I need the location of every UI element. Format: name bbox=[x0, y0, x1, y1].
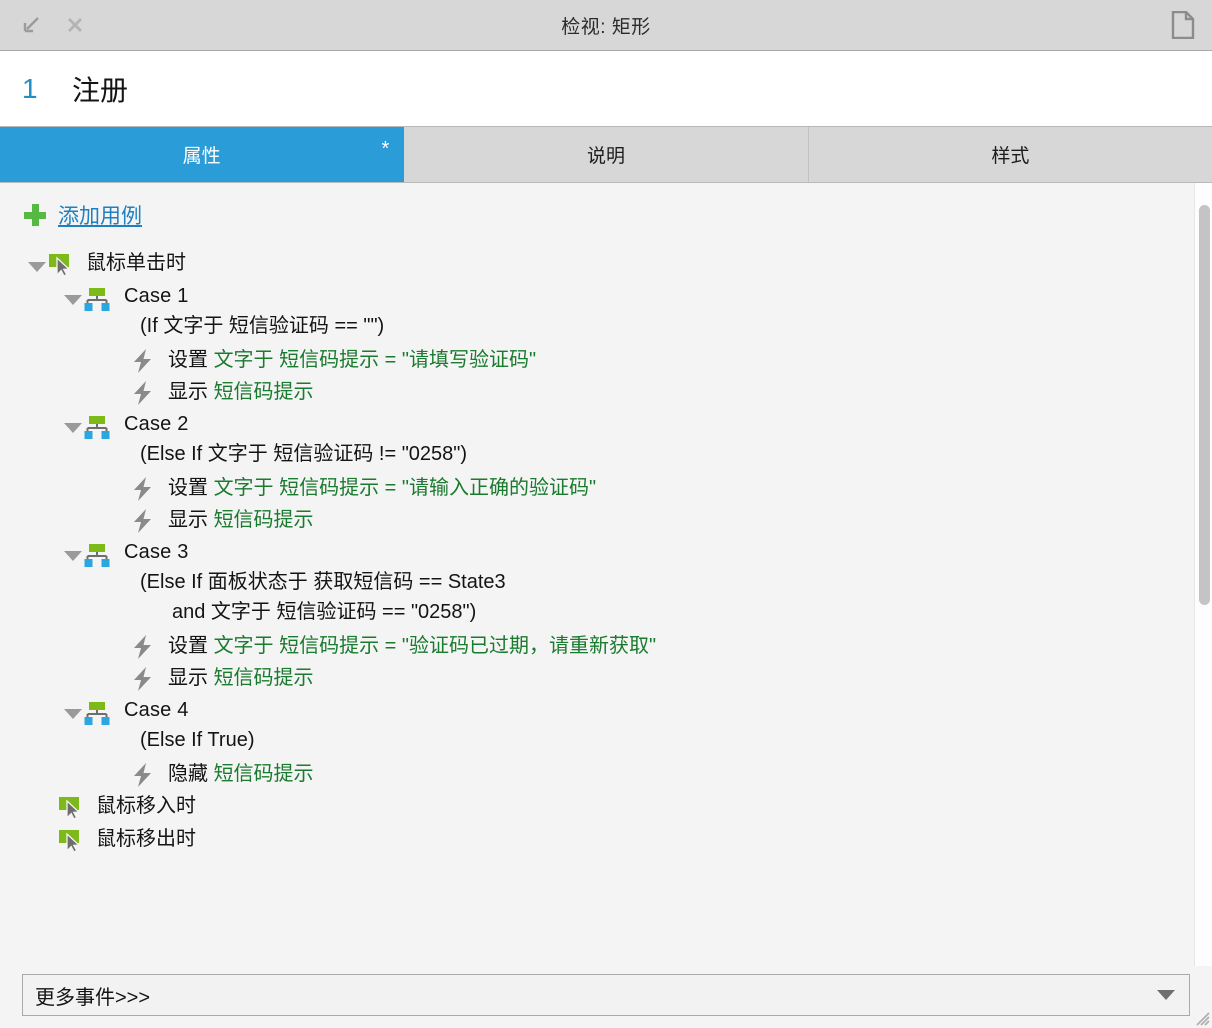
tree-case-row[interactable]: Case 4 (Else If True) bbox=[0, 694, 1194, 758]
tab-properties-label: 属性 bbox=[182, 146, 221, 167]
arrow-down-left-icon[interactable] bbox=[14, 8, 48, 42]
resize-grip-icon[interactable] bbox=[1194, 1010, 1210, 1026]
plus-icon bbox=[24, 204, 46, 226]
action-target: 文字于 短信码提示 = "请输入正确的验证码" bbox=[213, 477, 597, 499]
action-target: 文字于 短信码提示 = "验证码已过期，请重新获取" bbox=[213, 635, 657, 657]
action-verb: 显示 bbox=[168, 667, 208, 689]
tree-event-label: 鼠标移入时 bbox=[96, 795, 196, 817]
tree-case-text: Case 3 (Else If 面板状态于 获取短信码 == State3 an… bbox=[124, 538, 506, 628]
case-title: Case 3 bbox=[124, 541, 189, 563]
tree-action-row[interactable]: 设置 文字于 短信码提示 = "请输入正确的验证码" bbox=[0, 472, 1194, 504]
case-condition: (Else If 面板状态于 获取短信码 == State3 bbox=[140, 571, 506, 593]
tree-action-text: 显示 短信码提示 bbox=[168, 378, 314, 406]
tab-bar: 属性 * 说明 样式 bbox=[0, 127, 1212, 183]
case-branch-icon bbox=[84, 414, 110, 440]
interactions-panel: 添加用例 鼠标单击时 Case 1 (If 文字于 短信验证码 == "") 设… bbox=[0, 183, 1212, 966]
more-events-dropdown[interactable]: 更多事件>>> bbox=[22, 974, 1190, 1016]
action-target: 短信码提示 bbox=[213, 667, 314, 689]
action-target: 短信码提示 bbox=[213, 381, 314, 403]
tree-action-row[interactable]: 设置 文字于 短信码提示 = "验证码已过期，请重新获取" bbox=[0, 630, 1194, 662]
tree-event-label: 鼠标单击时 bbox=[86, 252, 186, 274]
case-condition: (If 文字于 短信验证码 == "") bbox=[140, 315, 385, 337]
chevron-down-icon[interactable] bbox=[62, 288, 84, 310]
tree-action-row[interactable]: 隐藏 短信码提示 bbox=[0, 758, 1194, 790]
case-condition: (Else If True) bbox=[140, 729, 255, 751]
chevron-down-icon[interactable] bbox=[1157, 990, 1175, 1000]
tree-action-text: 设置 文字于 短信码提示 = "请输入正确的验证码" bbox=[168, 474, 596, 502]
chevron-down-icon[interactable] bbox=[26, 255, 48, 277]
mouse-cursor-icon bbox=[58, 795, 84, 821]
action-target: 短信码提示 bbox=[213, 509, 314, 531]
chevron-down-icon[interactable] bbox=[62, 702, 84, 724]
lightning-icon bbox=[130, 666, 156, 692]
action-verb: 设置 bbox=[168, 477, 208, 499]
object-number: 1 bbox=[22, 72, 38, 104]
tab-style-label: 样式 bbox=[991, 146, 1030, 167]
tree-case-row[interactable]: Case 2 (Else If 文字于 短信验证码 != "0258") bbox=[0, 408, 1194, 472]
tree-action-row[interactable]: 显示 短信码提示 bbox=[0, 504, 1194, 536]
add-case-button[interactable]: 添加用例 bbox=[0, 197, 1194, 233]
vertical-scrollbar[interactable] bbox=[1194, 183, 1212, 966]
action-verb: 设置 bbox=[168, 349, 208, 371]
lightning-icon bbox=[130, 634, 156, 660]
case-condition-line2: and 文字于 短信验证码 == "0258") bbox=[172, 601, 477, 623]
action-target: 短信码提示 bbox=[213, 763, 314, 785]
action-verb: 显示 bbox=[168, 509, 208, 531]
tree-action-text: 隐藏 短信码提示 bbox=[168, 760, 314, 788]
inspector-window: 检视: 矩形 1 注册 属性 * 说明 样式 添加用例 鼠标单击时 Case 1… bbox=[0, 0, 1212, 1028]
window-title: 检视: 矩形 bbox=[561, 16, 651, 38]
lightning-icon bbox=[130, 508, 156, 534]
lightning-icon bbox=[130, 380, 156, 406]
action-target: 文字于 短信码提示 = "请填写验证码" bbox=[213, 349, 537, 371]
tree-case-text: Case 1 (If 文字于 短信验证码 == "") bbox=[124, 282, 384, 342]
more-events-label: 更多事件>>> bbox=[35, 986, 151, 1009]
action-verb: 显示 bbox=[168, 381, 208, 403]
tab-modified-marker: * bbox=[381, 138, 390, 160]
tab-style[interactable]: 样式 bbox=[808, 127, 1212, 182]
page-icon[interactable] bbox=[1166, 8, 1200, 42]
bottom-bar: 更多事件>>> bbox=[0, 966, 1212, 1028]
tab-properties[interactable]: 属性 * bbox=[0, 127, 405, 182]
tree-action-text: 显示 短信码提示 bbox=[168, 664, 314, 692]
lightning-icon bbox=[130, 762, 156, 788]
chevron-down-icon[interactable] bbox=[62, 544, 84, 566]
case-title: Case 4 bbox=[124, 699, 189, 721]
tab-notes-label: 说明 bbox=[586, 146, 625, 167]
object-name: 注册 bbox=[72, 74, 129, 106]
title-bar: 检视: 矩形 bbox=[0, 0, 1212, 51]
add-case-label: 添加用例 bbox=[58, 205, 142, 228]
tree-action-text: 设置 文字于 短信码提示 = "验证码已过期，请重新获取" bbox=[168, 632, 656, 660]
tree-action-text: 显示 短信码提示 bbox=[168, 506, 314, 534]
tree-case-row[interactable]: Case 1 (If 文字于 短信验证码 == "") bbox=[0, 280, 1194, 344]
mouse-cursor-icon bbox=[58, 828, 84, 854]
tree-event-row[interactable]: 鼠标移入时 bbox=[0, 790, 1194, 823]
mouse-cursor-icon bbox=[48, 252, 74, 278]
tree-event-label: 鼠标移出时 bbox=[96, 828, 196, 850]
lightning-icon bbox=[130, 348, 156, 374]
case-branch-icon bbox=[84, 542, 110, 568]
scrollbar-thumb[interactable] bbox=[1199, 205, 1210, 605]
tree-action-row[interactable]: 设置 文字于 短信码提示 = "请填写验证码" bbox=[0, 344, 1194, 376]
action-verb: 隐藏 bbox=[168, 763, 208, 785]
case-title: Case 2 bbox=[124, 413, 189, 435]
tree-event-row[interactable]: 鼠标单击时 bbox=[0, 247, 1194, 280]
case-condition: (Else If 文字于 短信验证码 != "0258") bbox=[140, 443, 468, 465]
tree-case-row[interactable]: Case 3 (Else If 面板状态于 获取短信码 == State3 an… bbox=[0, 536, 1194, 630]
tree-action-row[interactable]: 显示 短信码提示 bbox=[0, 376, 1194, 408]
tree-action-text: 设置 文字于 短信码提示 = "请填写验证码" bbox=[168, 346, 536, 374]
tree-action-row[interactable]: 显示 短信码提示 bbox=[0, 662, 1194, 694]
action-verb: 设置 bbox=[168, 635, 208, 657]
tree-case-text: Case 4 (Else If True) bbox=[124, 696, 254, 756]
case-title: Case 1 bbox=[124, 285, 189, 307]
object-header: 1 注册 bbox=[0, 51, 1212, 127]
case-branch-icon bbox=[84, 700, 110, 726]
tree-event-row[interactable]: 鼠标移出时 bbox=[0, 823, 1194, 856]
case-branch-icon bbox=[84, 286, 110, 312]
close-icon[interactable] bbox=[58, 8, 92, 42]
tree-case-text: Case 2 (Else If 文字于 短信验证码 != "0258") bbox=[124, 410, 467, 470]
chevron-down-icon[interactable] bbox=[62, 416, 84, 438]
lightning-icon bbox=[130, 476, 156, 502]
tab-notes[interactable]: 说明 bbox=[404, 127, 809, 182]
interactions-tree: 添加用例 鼠标单击时 Case 1 (If 文字于 短信验证码 == "") 设… bbox=[0, 183, 1194, 966]
